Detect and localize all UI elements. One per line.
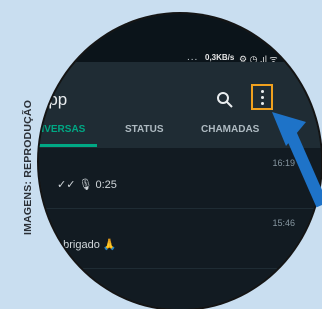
battery-icon (287, 54, 305, 61)
magnified-phone-screen: ... 0,3KB/s ⚙ ◷ .ıl ᯤ App NVERSAS STATUS… (39, 14, 321, 309)
tab-chamadas[interactable]: CHAMADAS (201, 124, 259, 135)
more-vert-icon-dot (261, 96, 264, 99)
chat-row[interactable]: 15:46 obrigado 🙏 (39, 208, 321, 269)
more-vert-icon-dot (261, 90, 264, 93)
network-speed: 0,3KB/s (205, 53, 235, 62)
chat-time: 16:19 (272, 158, 295, 168)
image-credit: IMAGENS: REPRODUÇÃO (22, 99, 34, 235)
chat-list: 16:19 ✓✓ 🎙 0:25 15:46 obrigado 🙏 (39, 148, 321, 309)
app-bar: App (39, 62, 321, 112)
chat-preview: obrigado 🙏 (57, 239, 117, 251)
app-title: App (39, 90, 68, 109)
tab-bar: NVERSAS STATUS CHAMADAS (39, 112, 321, 148)
active-tab-indicator (39, 144, 97, 147)
chat-time: 15:46 (272, 218, 295, 228)
chat-row[interactable]: 16:19 ✓✓ 🎙 0:25 (39, 148, 321, 209)
status-bar: ... 0,3KB/s ⚙ ◷ .ıl ᯤ (39, 14, 321, 64)
more-options-button[interactable] (251, 84, 273, 110)
tab-status[interactable]: STATUS (125, 124, 164, 135)
tab-conversas[interactable]: NVERSAS (39, 124, 85, 135)
more-vert-icon-dot (261, 102, 264, 105)
search-icon[interactable] (215, 90, 235, 110)
chat-preview: ✓✓ 🎙 0:25 (57, 179, 117, 191)
